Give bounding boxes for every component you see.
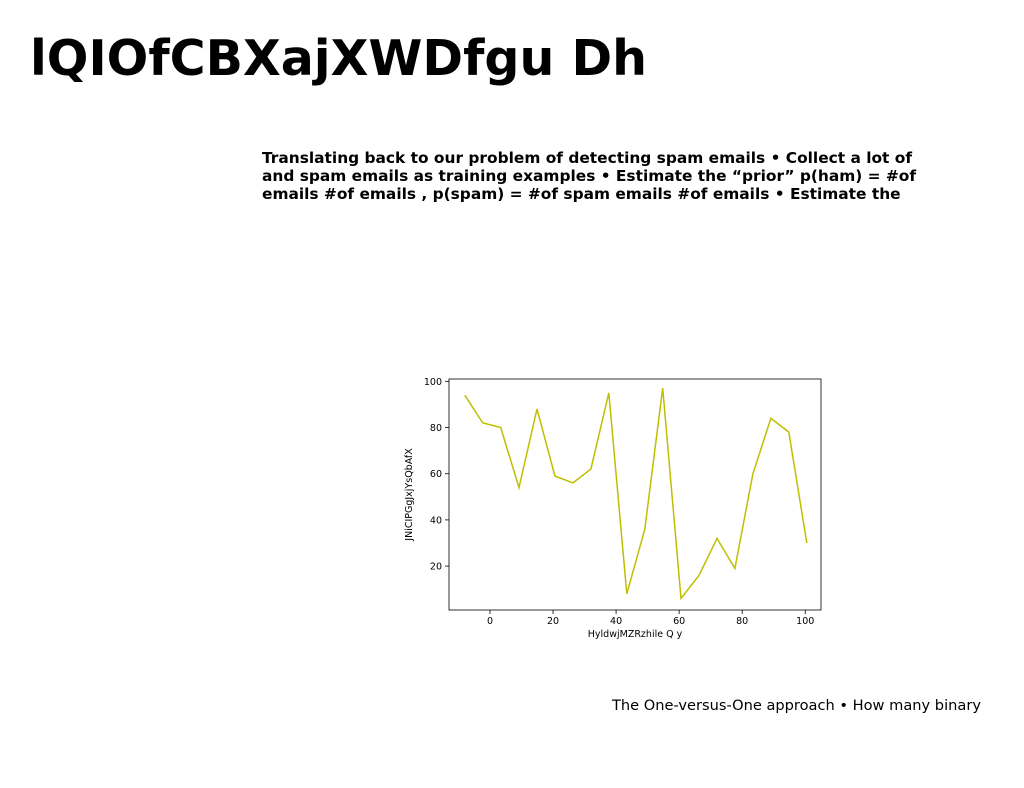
y-tick-label: 20: [430, 562, 442, 573]
series-group: [464, 388, 808, 601]
body-line: and spam emails as training examples • E…: [262, 167, 917, 185]
y-axis-ticks: 20 40 60 80 100: [424, 377, 449, 573]
y-axis-label: JNiCIPGgJxjYsQbAfX: [404, 448, 415, 542]
y-tick-label: 60: [430, 469, 442, 480]
x-tick-label: 40: [610, 616, 622, 627]
y-tick-label: 100: [424, 377, 442, 388]
x-axis-label: HyldwjMZRzhile Q y: [588, 629, 683, 640]
series-line: [464, 388, 808, 601]
body-paragraph: Translating back to our problem of detec…: [262, 149, 952, 203]
x-tick-label: 20: [547, 616, 559, 627]
plot-frame: [448, 378, 822, 611]
x-tick-label: 100: [796, 616, 814, 627]
y-tick-label: 40: [430, 515, 442, 526]
slide-title: lQIOfCBXajXWDfgu Dh: [30, 30, 647, 87]
chart-svg: 0 20 40 60 80 100 20 40 60 80 100 HyldwjMZRzhile …: [404, 377, 822, 640]
x-tick-label: 80: [736, 616, 748, 627]
line-chart: 0 20 40 60 80 100 20 40 60 80 100 HyldwjMZRzhile …: [398, 370, 828, 649]
x-axis-ticks: 0 20 40 60 80 100: [487, 610, 814, 627]
x-tick-label: 0: [487, 616, 493, 627]
footer-text: The One-versus-One approach • How many b…: [612, 697, 981, 714]
body-line: Translating back to our problem of detec…: [262, 149, 913, 167]
x-tick-label: 60: [673, 616, 685, 627]
y-tick-label: 80: [430, 423, 442, 434]
body-line: emails #of emails , p(spam) = #of spam e…: [262, 185, 901, 203]
